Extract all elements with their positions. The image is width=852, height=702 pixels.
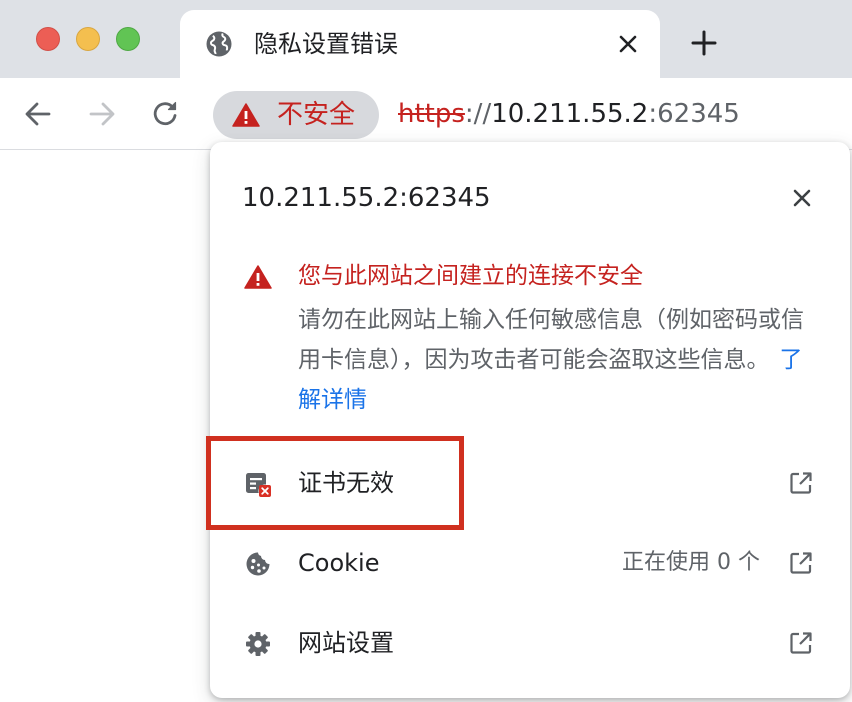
connection-warning-title: 您与此网站之间建立的连接不安全 bbox=[298, 263, 643, 289]
gear-icon bbox=[246, 632, 270, 656]
site-info-popup: 10.211.55.2:62345 您与此网站之间建立的连接不安全 请勿在此网站… bbox=[210, 142, 850, 698]
close-icon[interactable] bbox=[612, 28, 644, 60]
url-port: :62345 bbox=[648, 99, 740, 129]
security-label: 不安全 bbox=[277, 100, 356, 130]
window-close-button[interactable] bbox=[36, 27, 60, 51]
url-scheme: https bbox=[398, 99, 465, 129]
external-link-icon[interactable] bbox=[788, 630, 814, 656]
site-settings-row[interactable]: 网站设置 bbox=[210, 604, 850, 684]
warning-body-text: 请勿在此网站上输入任何敏感信息（例如密码或信用卡信息），因为攻击者可能会盗取这些… bbox=[298, 307, 804, 373]
toolbar: 不安全 https://10.211.55.2:62345 bbox=[0, 78, 852, 150]
close-icon[interactable] bbox=[788, 184, 816, 212]
site-settings-row-label: 网站设置 bbox=[298, 629, 394, 657]
cookie-row[interactable]: Cookie 正在使用 0 个 bbox=[210, 524, 850, 604]
forward-arrow-icon[interactable] bbox=[84, 96, 120, 132]
address-url[interactable]: https://10.211.55.2:62345 bbox=[398, 98, 740, 130]
certificate-row-label: 证书无效 bbox=[298, 469, 394, 497]
new-tab-plus-icon[interactable] bbox=[688, 27, 720, 59]
certificate-invalid-icon bbox=[246, 473, 272, 498]
tab-title: 隐私设置错误 bbox=[254, 30, 398, 58]
url-host: 10.211.55.2 bbox=[491, 99, 649, 129]
cookie-row-label: Cookie bbox=[298, 549, 380, 577]
active-tab[interactable]: 隐私设置错误 bbox=[180, 10, 660, 78]
popup-host: 10.211.55.2:62345 bbox=[242, 183, 491, 213]
certificate-row[interactable]: 证书无效 bbox=[210, 444, 850, 524]
url-separator: :// bbox=[464, 99, 492, 129]
globe-icon bbox=[206, 31, 232, 57]
reload-icon[interactable] bbox=[148, 96, 184, 132]
external-link-icon[interactable] bbox=[788, 550, 814, 576]
warning-triangle-icon bbox=[232, 103, 260, 127]
external-link-icon[interactable] bbox=[788, 470, 814, 496]
warning-triangle-icon bbox=[244, 265, 272, 289]
security-indicator-chip[interactable]: 不安全 bbox=[213, 91, 379, 139]
cookie-icon bbox=[246, 552, 270, 576]
window-maximize-button[interactable] bbox=[116, 27, 140, 51]
connection-warning-body: 请勿在此网站上输入任何敏感信息（例如密码或信用卡信息），因为攻击者可能会盗取这些… bbox=[298, 300, 818, 420]
window-minimize-button[interactable] bbox=[76, 27, 100, 51]
cookie-count: 正在使用 0 个 bbox=[622, 550, 760, 575]
back-arrow-icon[interactable] bbox=[20, 96, 56, 132]
tab-strip: 隐私设置错误 bbox=[0, 0, 852, 78]
